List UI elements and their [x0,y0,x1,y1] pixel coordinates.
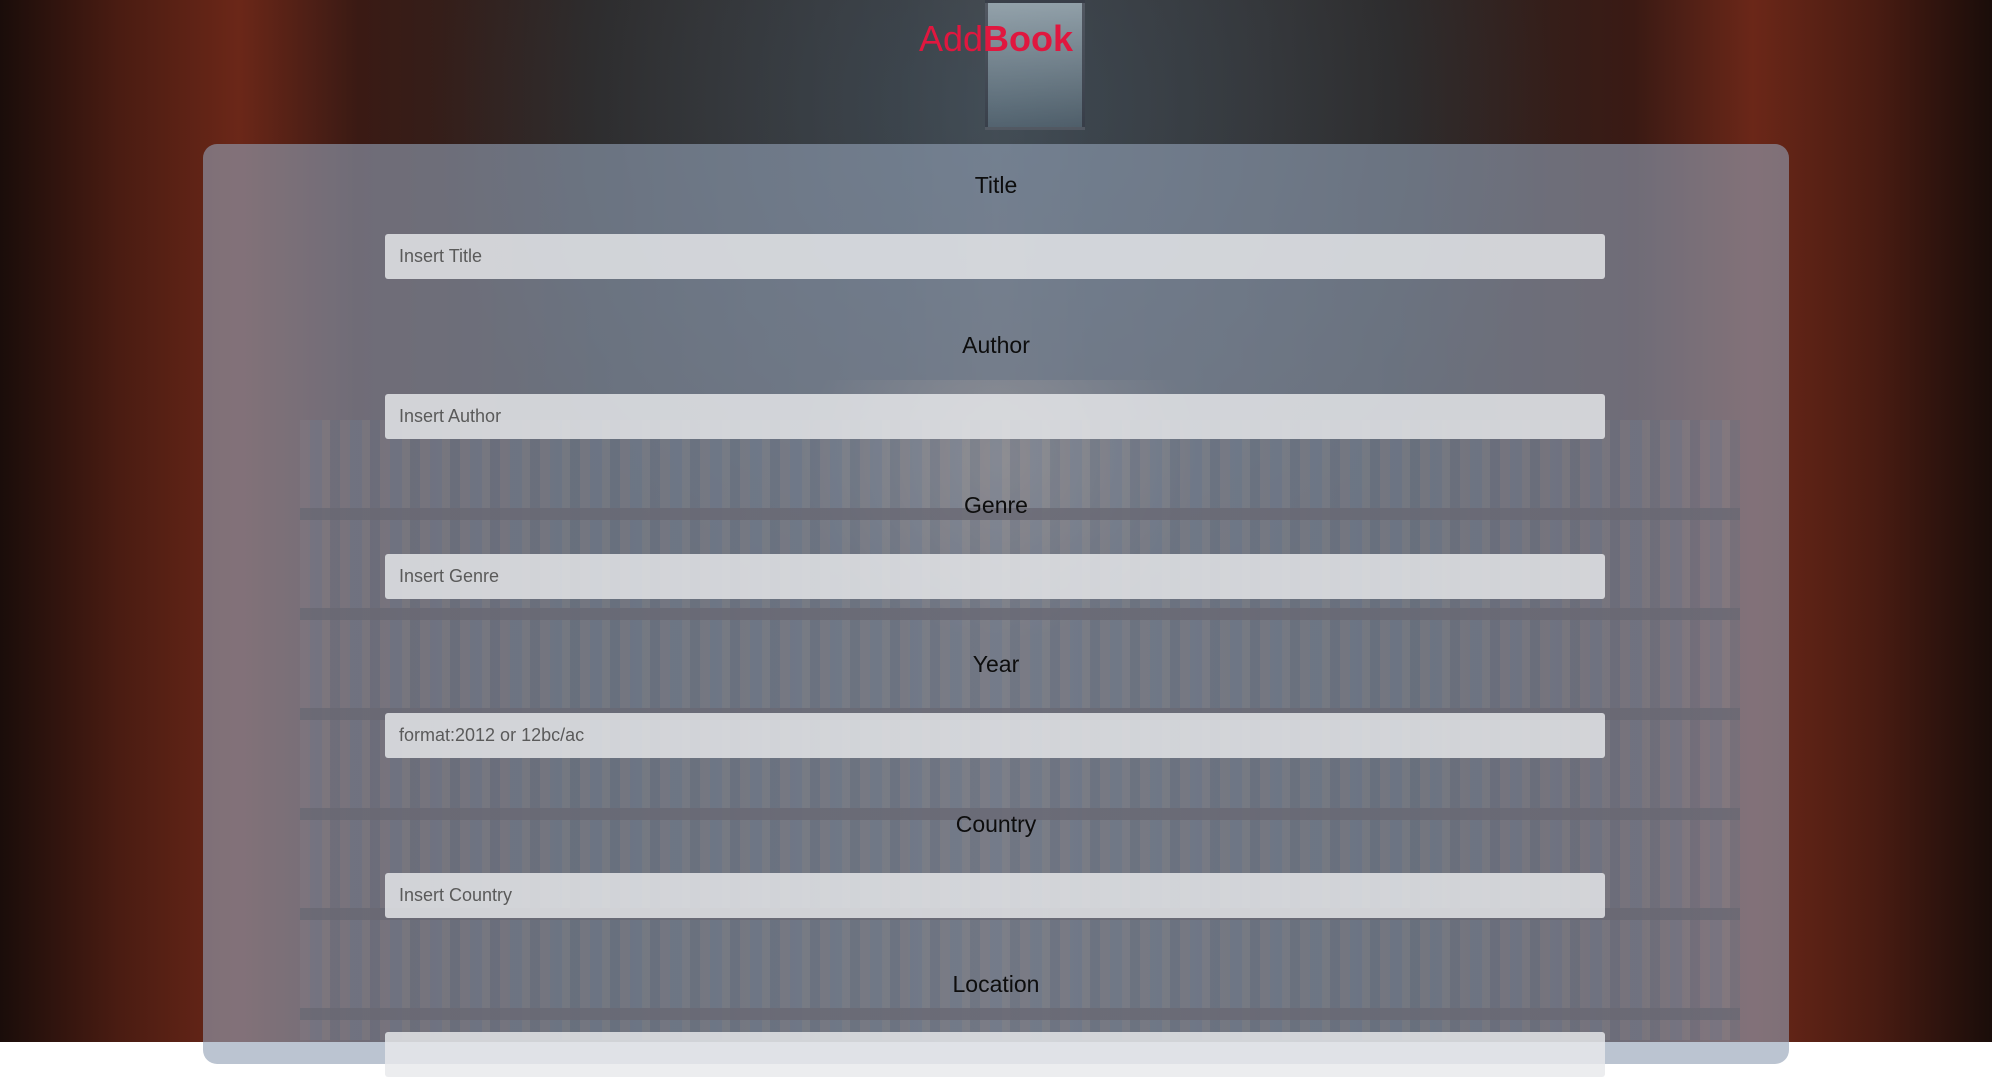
country-input[interactable] [385,873,1605,918]
author-label: Author [962,332,1030,358]
location-label: Location [952,971,1040,997]
year-label: Year [972,651,1020,677]
year-input[interactable] [385,713,1605,758]
genre-input[interactable] [385,554,1605,599]
author-input[interactable] [385,394,1605,439]
location-input[interactable] [385,1032,1605,1077]
page-title-book: Book [983,18,1074,59]
page-title-add: Add [918,18,984,59]
add-book-form: Title Author Genre Year Country Location [203,144,1789,1077]
country-label: Country [955,811,1037,837]
title-input[interactable] [385,234,1605,279]
page-title: AddBook [0,18,1992,60]
title-label: Title [974,172,1018,198]
genre-label: Genre [964,492,1028,518]
